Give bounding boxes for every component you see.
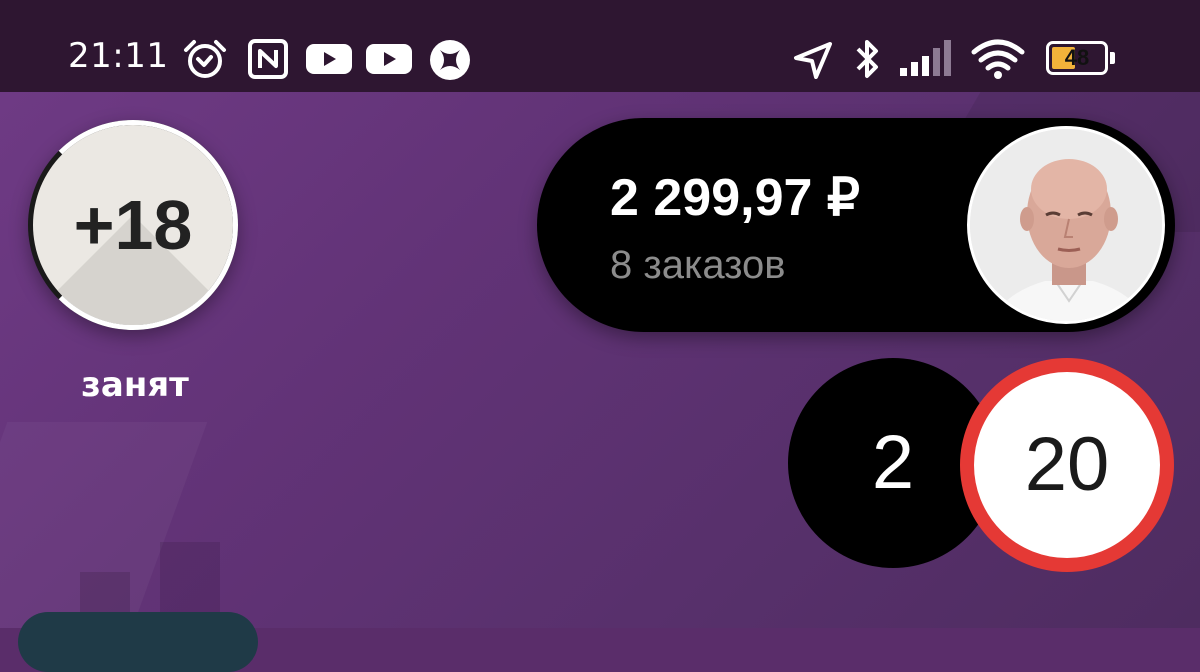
nfc-icon: [248, 39, 288, 79]
wifi-icon: [971, 39, 1025, 79]
avatar[interactable]: [967, 126, 1165, 324]
status-bar: 21:11 48: [0, 0, 1200, 92]
battery-icon: 48: [1046, 41, 1116, 75]
priority-badge[interactable]: +18: [28, 120, 238, 330]
location-arrow-icon: [794, 42, 832, 79]
driver-status-label[interactable]: занят: [40, 365, 230, 405]
balance-panel[interactable]: 2 299,97 ₽ 8 заказов: [537, 118, 1175, 332]
youtube-icon: [306, 44, 352, 74]
balance-amount: 2 299,97 ₽: [610, 169, 860, 227]
speed-limit-sign: 20: [960, 358, 1174, 572]
current-speed-value: 2: [871, 420, 915, 505]
avatar-photo: [970, 129, 1162, 321]
priority-value: +18: [73, 186, 193, 264]
bottom-panel-button[interactable]: [18, 612, 258, 672]
battery-level: 48: [1064, 45, 1090, 70]
status-time: 21:11: [68, 36, 169, 76]
alarm-icon: [184, 40, 226, 78]
youtube-icon: [366, 44, 412, 74]
bluetooth-icon: [856, 40, 878, 78]
orders-count: 8 заказов: [610, 243, 786, 287]
signal-icon: [900, 40, 951, 76]
speed-limit-value: 20: [1024, 422, 1110, 507]
app-icon: [430, 40, 470, 80]
